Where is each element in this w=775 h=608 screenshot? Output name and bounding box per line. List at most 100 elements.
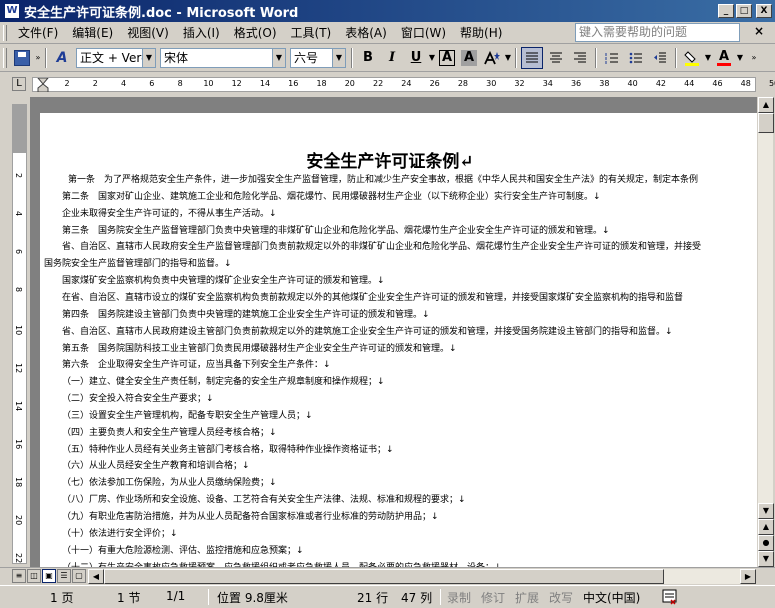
web-layout-view-button[interactable]: ◫ — [27, 569, 41, 583]
toolbar-grip[interactable] — [3, 47, 7, 68]
next-page-button[interactable]: ▼ — [758, 551, 774, 567]
menu-view[interactable]: 视图(V) — [120, 24, 176, 41]
scroll-thumb[interactable] — [758, 113, 774, 133]
highlight-button[interactable] — [681, 47, 703, 69]
scroll-left-button[interactable]: ◀ — [88, 569, 104, 584]
style-select[interactable]: 正文 + Verd ▼ — [76, 47, 156, 68]
document-paragraph[interactable]: 企业未取得安全生产许可证的，不得从事生产活动。↓ — [62, 206, 277, 219]
ruler-number: 14 — [259, 79, 271, 88]
document-paragraph[interactable]: （十）依法进行安全评价；↓ — [62, 526, 178, 539]
document-paragraph[interactable]: 第五条 国务院国防科技工业主管部门负责民用爆破器材生产企业安全生产许可证的颁发和… — [62, 341, 457, 354]
document-paragraph[interactable]: 第二条 国家对矿山企业、建筑施工企业和危险化学品、烟花爆竹、民用爆破器材生产企业… — [62, 189, 601, 202]
toolbar-overflow-icon-2[interactable]: » — [750, 53, 758, 62]
document-paragraph[interactable]: （六）从业人员经安全生产教育和培训合格；↓ — [62, 458, 250, 471]
align-justify-button[interactable] — [521, 46, 543, 69]
menu-table[interactable]: 表格(A) — [338, 24, 394, 41]
status-overtype[interactable]: 改写 — [549, 589, 573, 606]
underline-arrow-icon[interactable]: ▼ — [428, 53, 436, 62]
select-browse-object-button[interactable]: ● — [758, 535, 774, 551]
maximize-button[interactable]: □ — [736, 4, 752, 18]
scroll-right-button[interactable]: ▶ — [740, 569, 756, 584]
tab-selector[interactable]: L — [12, 77, 26, 91]
document-paragraph[interactable]: （一）建立、健全安全生产责任制，制定完备的安全生产规章制度和操作规程；↓ — [62, 374, 385, 387]
scroll-down-button[interactable]: ▼ — [758, 503, 774, 519]
font-color-button[interactable]: A — [713, 47, 735, 69]
menu-help[interactable]: 帮助(H) — [453, 24, 509, 41]
status-track-changes[interactable]: 修订 — [481, 589, 505, 606]
text-effects-button[interactable] — [481, 47, 503, 69]
menu-window[interactable]: 窗口(W) — [394, 24, 453, 41]
underline-button[interactable]: U — [405, 47, 427, 69]
spelling-status-icon[interactable] — [662, 589, 680, 605]
horizontal-scrollbar[interactable]: ◀ ▶ — [88, 569, 756, 584]
font-size-arrow-icon[interactable]: ▼ — [332, 48, 345, 67]
help-search-input[interactable]: 键入需要帮助的问题 — [575, 23, 740, 42]
horizontal-ruler[interactable]: 2 2 4 6 8 10 12 14 16 18 20 22 24 26 28 30 32 34 36 38 40 42 4… — [32, 77, 775, 92]
previous-page-button[interactable]: ▲ — [758, 519, 774, 535]
document-paragraph[interactable]: 在省、自治区、直辖市设立的煤矿安全监察机构负责前款规定以外的其他煤矿企业安全生产… — [62, 290, 683, 303]
decrease-indent-button[interactable] — [649, 47, 671, 69]
font-color-arrow-icon[interactable]: ▼ — [736, 53, 744, 62]
menu-file[interactable]: 文件(F) — [11, 24, 65, 41]
document-paragraph[interactable]: （三）设置安全生产管理机构，配备专职安全生产管理人员；↓ — [62, 408, 313, 421]
document-paragraph[interactable]: 第一条 为了严格规范安全生产条件，进一步加强安全生产监督管理，防止和减少生产安全… — [68, 172, 698, 185]
document-paragraph[interactable]: （二）安全投入符合安全生产要求；↓ — [62, 391, 214, 404]
font-select[interactable]: 宋体 ▼ — [160, 47, 286, 68]
document-paragraph[interactable]: 第四条 国务院建设主管部门负责中央管理的建筑施工企业安全生产许可证的颁发和管理。… — [62, 307, 430, 320]
minimize-button[interactable]: _ — [718, 4, 734, 18]
close-button[interactable]: X — [756, 4, 772, 18]
document-paragraph[interactable]: 国家煤矿安全监察机构负责中央管理的煤矿企业安全生产许可证的颁发和管理。↓ — [62, 273, 385, 286]
menu-insert[interactable]: 插入(I) — [176, 24, 227, 41]
print-layout-view-button[interactable]: ▣ — [42, 569, 56, 583]
bold-button[interactable]: B — [357, 47, 379, 69]
document-paragraph[interactable]: 省、自治区、直辖市人民政府安全生产监督管理部门负责前款规定以外的非煤矿矿山企业和… — [62, 239, 701, 252]
style-select-value: 正文 + Verd — [80, 51, 149, 65]
status-record[interactable]: 录制 — [447, 589, 471, 606]
document-paragraph[interactable]: 省、自治区、直辖市人民政府建设主管部门负责前款规定以外的建筑施工企业安全生产许可… — [62, 324, 673, 337]
align-center-button[interactable] — [545, 47, 567, 69]
styles-pane-button[interactable]: A — [51, 47, 73, 69]
outline-view-button[interactable]: ☰ — [57, 569, 71, 583]
text-effects-arrow-icon[interactable]: ▼ — [504, 53, 512, 62]
menu-tools[interactable]: 工具(T) — [284, 24, 339, 41]
italic-button[interactable]: I — [381, 47, 403, 69]
document-page[interactable]: 安全生产许可证条例↵ 第一条 为了严格规范安全生产条件，进一步加强安全生产监督管… — [32, 113, 758, 567]
bullets-button[interactable] — [625, 47, 647, 69]
highlight-arrow-icon[interactable]: ▼ — [704, 53, 712, 62]
normal-view-button[interactable]: ≡ — [12, 569, 26, 583]
document-area[interactable]: 安全生产许可证条例↵ 第一条 为了严格规范安全生产条件，进一步加强安全生产监督管… — [30, 97, 758, 567]
document-paragraph[interactable]: （四）主要负责人和安全生产管理人员经考核合格；↓ — [62, 425, 277, 438]
align-right-button[interactable] — [569, 47, 591, 69]
document-paragraph[interactable]: （五）特种作业人员经有关业务主管部门考核合格，取得特种作业操作资格证书；↓ — [62, 442, 394, 455]
document-paragraph[interactable]: （七）依法参加工伤保险，为从业人员缴纳保险费；↓ — [62, 475, 277, 488]
numbering-button[interactable] — [601, 47, 623, 69]
vertical-ruler-number: 6 — [14, 249, 23, 255]
document-paragraph[interactable]: （十一）有重大危险源检测、评估、监控措施和应急预案；↓ — [62, 543, 304, 556]
menu-grip[interactable] — [3, 24, 7, 41]
font-size-select[interactable]: 六号 ▼ — [290, 47, 346, 68]
toolbar-overflow-icon[interactable]: » — [34, 53, 42, 62]
first-line-indent-marker[interactable] — [37, 78, 49, 92]
word-app-icon[interactable]: W — [4, 3, 20, 19]
menu-edit[interactable]: 编辑(E) — [65, 24, 120, 41]
horizontal-scroll-thumb[interactable] — [104, 569, 664, 584]
document-paragraph[interactable]: 第三条 国务院安全生产监督管理部门负责中央管理的非煤矿矿山企业和危险化学品、烟花… — [62, 223, 610, 236]
document-paragraph[interactable]: （八）厂房、作业场所和安全设施、设备、工艺符合有关安全生产法律、法规、标准和规程… — [62, 492, 466, 505]
ruler-number: 12 — [231, 79, 242, 88]
scroll-up-button[interactable]: ▲ — [758, 97, 774, 113]
vertical-ruler[interactable]: 2 4 6 8 10 12 14 16 18 20 22 — [12, 104, 27, 564]
character-shading-button[interactable]: A — [461, 49, 477, 66]
status-extend[interactable]: 扩展 — [515, 589, 539, 606]
reading-layout-view-button[interactable]: ▢ — [72, 569, 86, 583]
vertical-scrollbar[interactable]: ▲ ▼ ▲ ● ▼ — [757, 97, 774, 567]
document-paragraph[interactable]: 第六条 企业取得安全生产许可证，应当具备下列安全生产条件：↓ — [62, 357, 331, 370]
document-paragraph[interactable]: （十二）有生产安全事故应急救援预案、应急救援组织或者应急救援人员，配备必要的应急… — [62, 560, 502, 567]
save-button[interactable] — [11, 47, 33, 69]
style-select-arrow-icon[interactable]: ▼ — [142, 48, 155, 67]
document-paragraph[interactable]: 国务院安全生产监督管理部门的指导和监督。↓ — [44, 256, 232, 269]
document-paragraph[interactable]: （九）有职业危害防治措施，并为从业人员配备符合国家标准或者行业标准的劳动防护用品… — [62, 509, 439, 522]
font-select-arrow-icon[interactable]: ▼ — [272, 48, 285, 67]
character-border-button[interactable]: A — [439, 49, 455, 66]
menu-format[interactable]: 格式(O) — [227, 24, 284, 41]
document-close-icon[interactable]: × — [754, 24, 764, 38]
